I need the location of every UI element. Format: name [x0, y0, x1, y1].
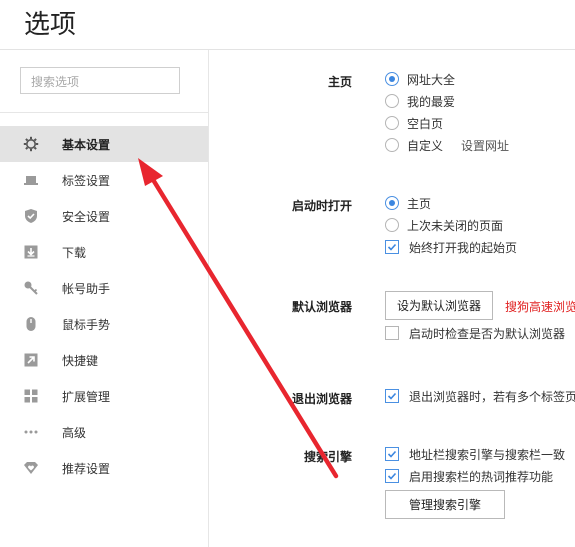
- checkbox-checked[interactable]: [385, 447, 399, 461]
- heart-badge-icon: [23, 460, 39, 476]
- radio-selected[interactable]: [385, 196, 399, 210]
- checkbox[interactable]: [385, 326, 399, 340]
- sidebar-separator: [0, 112, 208, 113]
- sidebar-item-account-assistant[interactable]: 帐号助手: [0, 270, 208, 306]
- settings-panel: 主页 网址大全 我的最爱 空白页 自定义 设置网址 启动时打开 主页 上次未关闭…: [209, 50, 575, 547]
- sidebar-item-label: 标签设置: [62, 173, 111, 188]
- hot-words-checkbox[interactable]: 启用搜索栏的热词推荐功能: [385, 467, 553, 485]
- sidebar-item-label: 扩展管理: [62, 389, 111, 404]
- exit-multiple-tabs-checkbox[interactable]: 退出浏览器时，若有多个标签页: [385, 387, 575, 405]
- search-engine-sync-checkbox[interactable]: 地址栏搜索引擎与搜索栏一致: [385, 445, 565, 463]
- radio[interactable]: [385, 94, 399, 108]
- gear-icon: [23, 136, 39, 152]
- set-url-link[interactable]: 设置网址: [461, 137, 509, 154]
- radio-selected[interactable]: [385, 72, 399, 86]
- sidebar-item-label: 鼠标手势: [62, 317, 111, 332]
- mouse-icon: [23, 316, 39, 332]
- set-default-browser-button[interactable]: 设为默认浏览器: [385, 291, 493, 320]
- always-open-start-page-checkbox[interactable]: 始终打开我的起始页: [385, 238, 517, 256]
- check-default-on-start-checkbox[interactable]: 启动时检查是否为默认浏览器: [385, 324, 565, 342]
- shortcut-arrow-icon: [23, 352, 39, 368]
- sidebar-item-label: 高级: [62, 425, 87, 440]
- exit-browser-label: 退出浏览器: [291, 392, 352, 406]
- sidebar-item-shortcuts[interactable]: 快捷键: [0, 342, 208, 378]
- startup-option-home[interactable]: 主页: [385, 194, 431, 212]
- default-browser-notice: 搜狗高速浏览: [505, 300, 575, 314]
- download-icon: [23, 244, 39, 260]
- more-dots-icon: [23, 424, 39, 440]
- sidebar-item-security-settings[interactable]: 安全设置: [0, 198, 208, 234]
- extensions-grid-icon: [23, 388, 39, 404]
- sidebar-menu: 基本设置 标签设置 安全设置 下载 帐号助手 鼠标手势 快捷键 扩展管理 高级 …: [0, 126, 208, 486]
- checkbox-checked[interactable]: [385, 240, 399, 254]
- homepage-option-blank[interactable]: 空白页: [385, 114, 443, 132]
- homepage-option-favorites[interactable]: 我的最爱: [385, 92, 455, 110]
- radio[interactable]: [385, 218, 399, 232]
- sidebar-item-tab-settings[interactable]: 标签设置: [0, 162, 208, 198]
- radio[interactable]: [385, 116, 399, 130]
- startup-label: 启动时打开: [291, 199, 352, 213]
- checkbox-checked[interactable]: [385, 389, 399, 403]
- sidebar-item-label: 基本设置: [62, 137, 111, 152]
- startup-option-last-session[interactable]: 上次未关闭的页面: [385, 216, 503, 234]
- sidebar-item-label: 推荐设置: [62, 461, 111, 476]
- tab-icon: [23, 172, 39, 188]
- window-title: 选项: [24, 10, 77, 40]
- sidebar-item-mouse-gestures[interactable]: 鼠标手势: [0, 306, 208, 342]
- sidebar-item-recommended-settings[interactable]: 推荐设置: [0, 450, 208, 486]
- sidebar-item-download[interactable]: 下载: [0, 234, 208, 270]
- homepage-option-nav-sites[interactable]: 网址大全: [385, 70, 455, 88]
- sidebar-item-label: 快捷键: [62, 353, 99, 368]
- sidebar-item-advanced[interactable]: 高级: [0, 414, 208, 450]
- search-input[interactable]: 搜索选项: [20, 67, 180, 94]
- search-engine-label: 搜索引擎: [303, 450, 352, 464]
- sidebar-item-basic-settings[interactable]: 基本设置: [0, 126, 208, 162]
- sidebar-item-label: 帐号助手: [62, 281, 111, 296]
- sidebar-item-extensions[interactable]: 扩展管理: [0, 378, 208, 414]
- default-browser-label: 默认浏览器: [291, 300, 352, 314]
- homepage-label: 主页: [327, 75, 352, 89]
- shield-check-icon: [23, 208, 39, 224]
- homepage-option-custom[interactable]: 自定义 设置网址: [385, 136, 509, 154]
- checkbox-checked[interactable]: [385, 469, 399, 483]
- manage-search-engines-button[interactable]: 管理搜索引擎: [385, 490, 505, 519]
- radio[interactable]: [385, 138, 399, 152]
- sidebar-item-label: 下载: [62, 245, 87, 260]
- sidebar-item-label: 安全设置: [62, 209, 111, 224]
- key-icon: [23, 280, 39, 296]
